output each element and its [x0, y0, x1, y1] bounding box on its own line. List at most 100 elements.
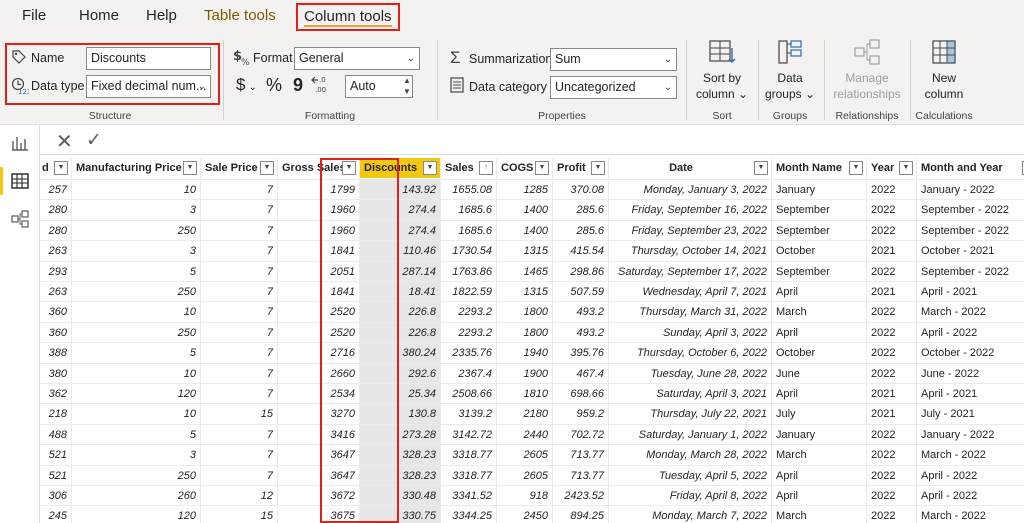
table-cell[interactable]: 2022: [867, 180, 917, 200]
table-cell[interactable]: September - 2022: [917, 262, 1024, 282]
table-cell[interactable]: 2605: [497, 465, 553, 486]
table-cell[interactable]: 274.4: [360, 200, 441, 221]
table-cell[interactable]: Thursday, October 14, 2021: [609, 241, 772, 262]
table-cell[interactable]: 2022: [867, 261, 917, 282]
table-cell[interactable]: 274.4: [360, 220, 441, 241]
column-header[interactable]: Discounts ▼: [360, 158, 441, 178]
table-cell[interactable]: March - 2022: [917, 506, 1024, 523]
table-cell[interactable]: Friday, September 16, 2022: [609, 200, 772, 221]
table-cell[interactable]: 292.6: [360, 363, 441, 384]
table-cell[interactable]: 370.08: [553, 180, 609, 200]
table-cell[interactable]: 713.77: [553, 465, 609, 486]
table-cell[interactable]: July: [772, 404, 867, 425]
filter-dropdown-icon[interactable]: ▼: [591, 161, 605, 175]
table-cell[interactable]: 1763.86: [441, 261, 497, 282]
table-cell[interactable]: 5: [72, 343, 201, 364]
table-cell[interactable]: 1799: [278, 180, 360, 200]
table-cell[interactable]: 1465: [497, 261, 553, 282]
table-cell[interactable]: 713.77: [553, 445, 609, 466]
table-cell[interactable]: Thursday, October 6, 2022: [609, 343, 772, 364]
table-cell[interactable]: Friday, September 23, 2022: [609, 220, 772, 241]
table-cell[interactable]: 2293.2: [441, 302, 497, 323]
table-cell[interactable]: January - 2022: [917, 425, 1024, 445]
filter-dropdown-icon[interactable]: ▼: [849, 161, 863, 175]
table-cell[interactable]: 894.25: [553, 506, 609, 523]
table-cell[interactable]: 2180: [497, 404, 553, 425]
table-cell[interactable]: 1960: [278, 220, 360, 241]
table-cell[interactable]: 488: [40, 424, 72, 445]
table-cell[interactable]: April: [772, 384, 867, 404]
table-cell[interactable]: 7: [201, 282, 278, 302]
filter-dropdown-icon[interactable]: ▼: [183, 161, 197, 175]
table-cell[interactable]: 1400: [497, 200, 553, 221]
table-cell[interactable]: Tuesday, April 5, 2022: [609, 465, 772, 486]
table-cell[interactable]: 5: [72, 261, 201, 282]
table-cell[interactable]: 918: [497, 486, 553, 506]
table-cell[interactable]: 10: [72, 404, 201, 425]
tab-file[interactable]: File: [22, 0, 46, 32]
table-cell[interactable]: 3416: [278, 424, 360, 445]
table-cell[interactable]: 1685.6: [441, 200, 497, 221]
table-cell[interactable]: 5: [72, 424, 201, 445]
table-cell[interactable]: 388: [40, 343, 72, 364]
table-cell[interactable]: 280: [40, 220, 72, 241]
data-groups-button[interactable]: Data groups ⌄: [762, 38, 818, 102]
table-cell[interactable]: 2022: [867, 343, 917, 364]
table-cell[interactable]: 2022: [867, 220, 917, 241]
table-cell[interactable]: Thursday, March 31, 2022: [609, 302, 772, 323]
table-cell[interactable]: October: [772, 241, 867, 262]
table-cell[interactable]: 2293.2: [441, 322, 497, 343]
table-cell[interactable]: 2022: [867, 363, 917, 384]
table-cell[interactable]: 467.4: [553, 363, 609, 384]
table-cell[interactable]: October - 2021: [917, 241, 1024, 261]
table-cell[interactable]: 130.8: [360, 404, 441, 425]
table-cell[interactable]: 1685.6: [441, 220, 497, 241]
table-cell[interactable]: 250: [72, 220, 201, 241]
table-cell[interactable]: 7: [201, 363, 278, 384]
filter-dropdown-icon[interactable]: ▼: [54, 161, 68, 175]
table-cell[interactable]: 507.59: [553, 282, 609, 302]
table-cell[interactable]: 1900: [497, 363, 553, 384]
filter-dropdown-icon[interactable]: ▼: [899, 161, 913, 175]
spinner-arrows-icon[interactable]: ▲ ▼: [403, 75, 411, 97]
table-cell[interactable]: 2605: [497, 445, 553, 466]
table-cell[interactable]: 1315: [497, 241, 553, 262]
table-cell[interactable]: 395.76: [553, 343, 609, 364]
table-cell[interactable]: 2021: [867, 241, 917, 262]
report-view-icon[interactable]: [10, 133, 30, 153]
table-cell[interactable]: 293: [40, 261, 72, 282]
percent-button[interactable]: %: [266, 75, 282, 96]
table-cell[interactable]: September - 2022: [917, 221, 1024, 241]
table-cell[interactable]: 10: [72, 302, 201, 323]
table-cell[interactable]: 2022: [867, 465, 917, 486]
table-cell[interactable]: 7: [201, 302, 278, 323]
table-cell[interactable]: 330.48: [360, 486, 441, 506]
table-cell[interactable]: 380: [40, 363, 72, 384]
table-cell[interactable]: January - 2022: [917, 180, 1024, 200]
table-cell[interactable]: April - 2022: [917, 466, 1024, 486]
table-cell[interactable]: June - 2022: [917, 364, 1024, 384]
table-cell[interactable]: 1810: [497, 384, 553, 404]
table-cell[interactable]: March: [772, 445, 867, 466]
table-cell[interactable]: 2022: [867, 486, 917, 506]
filter-dropdown-icon[interactable]: ▼: [342, 161, 356, 175]
column-header[interactable]: Sale Price ▼: [201, 158, 278, 178]
table-cell[interactable]: 7: [201, 445, 278, 466]
table-cell[interactable]: Thursday, July 22, 2021: [609, 404, 772, 425]
table-cell[interactable]: 3647: [278, 465, 360, 486]
table-cell[interactable]: 3: [72, 445, 201, 466]
table-cell[interactable]: 110.46: [360, 241, 441, 262]
table-cell[interactable]: 7: [201, 343, 278, 364]
column-header[interactable]: Month Name ▼: [772, 158, 867, 178]
table-cell[interactable]: 1285: [497, 180, 553, 200]
table-cell[interactable]: 380.24: [360, 343, 441, 364]
table-cell[interactable]: 280: [40, 200, 72, 221]
table-cell[interactable]: 1822.59: [441, 282, 497, 302]
table-cell[interactable]: 7: [201, 322, 278, 343]
table-cell[interactable]: 226.8: [360, 322, 441, 343]
table-cell[interactable]: 328.23: [360, 445, 441, 466]
table-cell[interactable]: 2335.76: [441, 343, 497, 364]
table-cell[interactable]: 1400: [497, 220, 553, 241]
table-cell[interactable]: 25.34: [360, 384, 441, 404]
sort-ascending-icon[interactable]: ↑: [479, 161, 493, 175]
